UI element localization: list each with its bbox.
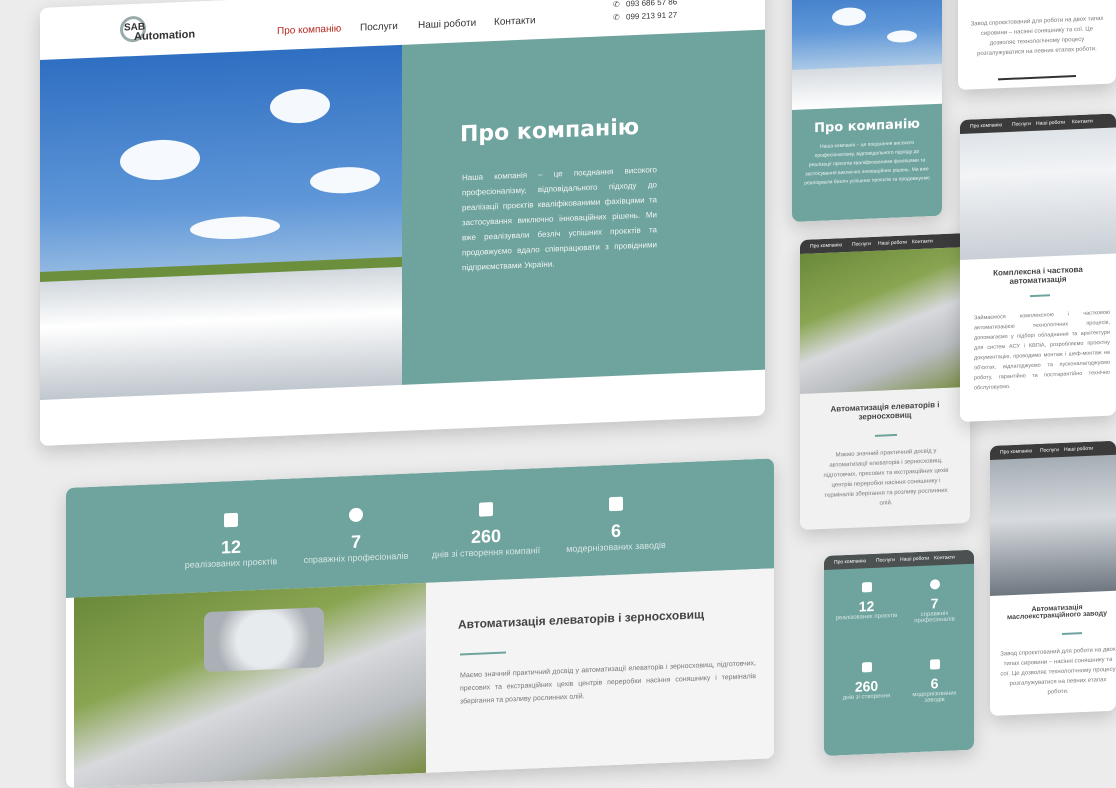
nav-works[interactable]: Наші роботи	[418, 18, 476, 31]
mobile3-nav-works[interactable]: Наші роботи	[1036, 120, 1065, 127]
mobile-stat-3: 260 днів зі створення	[834, 661, 899, 702]
logo-text-bottom: Automation	[134, 28, 196, 44]
mobile-hero-photo	[792, 0, 942, 111]
hero-photo-elevator	[40, 44, 402, 401]
flag-icon	[861, 662, 872, 673]
mobile-about-title: Про компанію	[814, 116, 920, 137]
photo-elevator-aerial	[74, 582, 426, 788]
about-text: Наша компанія – це поєднання високого пр…	[462, 165, 657, 273]
about-title: Про компанію	[460, 114, 640, 148]
briefcase-icon	[861, 582, 872, 593]
mobile-elev-text: Маємо значний практичний досвід у автома…	[823, 448, 949, 507]
elevators-title: Автоматизація елеваторів і зерносховищ	[458, 607, 705, 632]
briefcase-icon	[224, 512, 238, 528]
stat-professionals: 7 справжніх професіоналів	[301, 506, 411, 566]
mobile-nav-contacts[interactable]: Контакти	[912, 238, 933, 245]
mobile-stat-1: 12 реалізованих проєктів	[834, 581, 899, 622]
stat-days: 260 днів зі створення компанії	[426, 500, 546, 560]
coffee-icon	[609, 496, 623, 512]
mobile-complex-text: Займаємося комплексною і частковою автом…	[974, 309, 1110, 392]
elevators-text: Маємо значний практичний досвід у автома…	[460, 660, 756, 706]
mobile-complex-mockup: Про компанію Послуги Наші роботи Контакт…	[960, 113, 1116, 422]
mobile-nav-works[interactable]: Наші роботи	[878, 240, 907, 247]
mobile-elevators-mockup: Про компанію Послуги Наші роботи Контакт…	[800, 232, 970, 531]
flag-icon	[479, 502, 493, 517]
mobile-complex-title: Комплексна і часткова автоматизація	[993, 264, 1083, 286]
mobile-elevator-photo	[800, 246, 970, 394]
phone-icon: ✆	[613, 0, 620, 9]
mobile2-nav-services[interactable]: Послуги	[876, 557, 895, 564]
mobile-about-text: Наша компанія – це поєднання високого пр…	[804, 139, 930, 187]
desktop-stats-mockup: 12 реалізованих проєктів 7 справжніх про…	[66, 458, 774, 788]
phone-2[interactable]: 099 213 91 27	[626, 10, 677, 21]
whatsapp-icon: ✆	[613, 12, 620, 22]
nav-contacts[interactable]: Контакти	[494, 15, 536, 28]
mobile-about-panel: Про компанію Наша компанія – це поєднанн…	[792, 103, 942, 222]
nav-about[interactable]: Про компанію	[277, 23, 341, 37]
mobile4-nav-services[interactable]: Послуги	[1040, 447, 1059, 454]
phone-1[interactable]: 093 686 57 86	[626, 0, 677, 8]
mobile-oil-title: Автоматизація маслоекстракційного заводу	[1007, 604, 1107, 622]
mobile-about-mockup: Про компанію Наша компанія – це поєднанн…	[792, 0, 942, 223]
user-icon	[929, 579, 940, 590]
nav-services[interactable]: Послуги	[360, 21, 398, 34]
mobile-stat-4: 6 модернізованих заводів	[902, 658, 967, 705]
desktop-about-mockup: SAB Automation Про компанію Послуги Наші…	[40, 0, 765, 447]
coffee-icon	[929, 659, 940, 670]
mobile4-nav-works[interactable]: Наші роботи	[1064, 446, 1093, 453]
mobile-top-text-mockup: Завод спроєктований для роботи на двох т…	[958, 0, 1116, 90]
mobile-oil-mockup: Про компанію Послуги Наші роботи Автомат…	[990, 440, 1116, 716]
logo[interactable]: SAB Automation	[120, 12, 220, 46]
mobile-top-text: Завод спроєктований для роботи на двох т…	[970, 15, 1104, 58]
mobile-complex-photo	[960, 113, 1116, 260]
mobile3-nav-services[interactable]: Послуги	[1012, 121, 1031, 128]
mobile-elev-title: Автоматизація елеваторів і зерносховищ	[830, 400, 940, 422]
mobile2-nav-works[interactable]: Наші роботи	[900, 556, 929, 563]
mobile-oil-photo	[990, 440, 1116, 596]
mobile-nav-services[interactable]: Послуги	[852, 241, 871, 248]
mobile3-nav-contacts[interactable]: Контакти	[1072, 118, 1093, 125]
stat-plants: 6 модернізованих заводів	[561, 495, 671, 555]
mobile2-nav-contacts[interactable]: Контакти	[934, 555, 955, 562]
about-panel: Про компанію Наша компанія – це поєднанн…	[402, 29, 765, 385]
stat-projects: 12 реалізованих проєктів	[176, 511, 286, 571]
elevators-section: Автоматизація елеваторів і зерносховищ М…	[426, 568, 774, 773]
user-icon	[349, 507, 363, 523]
mobile-oil-text: Завод спроєктований для роботи на двох т…	[1000, 646, 1116, 696]
mobile-stats-mockup: Про компанію Послуги Наші роботи Контакт…	[824, 549, 974, 756]
mobile-stat-2: 7 справжніх професіоналів	[902, 578, 967, 625]
